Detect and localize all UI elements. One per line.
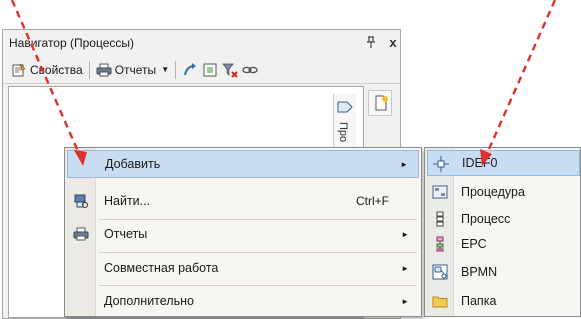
procedure-icon — [432, 184, 448, 200]
menu-item-advanced[interactable]: Дополнительно ► — [67, 287, 419, 315]
menu-item-find[interactable]: Найти... Ctrl+F — [67, 187, 419, 215]
submenu-arrow-icon: ► — [401, 229, 409, 239]
reports-button[interactable]: Отчеты ▼ — [94, 59, 171, 81]
pin-icon[interactable] — [363, 34, 379, 50]
new-document-button[interactable] — [368, 90, 392, 116]
epc-icon — [432, 236, 448, 252]
side-tab-label: Про — [337, 122, 349, 143]
tab-arrow-icon — [337, 100, 353, 117]
panel-title-bar: Навигатор (Процессы) x — [3, 30, 400, 56]
chevron-down-icon[interactable]: ▼ — [161, 65, 169, 74]
submenu-item-idef0[interactable]: IDEF0 — [427, 150, 580, 176]
toolbar-separator — [175, 60, 177, 79]
link-button[interactable] — [240, 59, 260, 81]
bpmn-icon — [432, 264, 448, 280]
submenu-item-bpmn[interactable]: BPMN — [427, 259, 580, 285]
properties-label: Свойства — [30, 62, 83, 77]
menu-item-reports[interactable]: Отчеты ► — [67, 220, 419, 248]
refresh-button[interactable] — [200, 59, 220, 81]
add-submenu: IDEF0 Процедура Процесс EPC BPMN Папка — [424, 147, 581, 317]
submenu-item-label: EPC — [461, 237, 487, 251]
menu-item-label: Найти... — [104, 194, 151, 208]
process-icon — [432, 211, 448, 227]
properties-button[interactable]: Свойства — [9, 59, 85, 81]
menu-separator — [99, 285, 417, 286]
menu-item-label: Добавить — [105, 157, 161, 171]
folder-icon — [432, 293, 448, 309]
context-menu: Добавить ► Найти... Ctrl+F Отчеты ► Совм… — [64, 147, 422, 317]
clear-filter-button[interactable] — [220, 59, 240, 81]
menu-item-collaboration[interactable]: Совместная работа ► — [67, 254, 419, 282]
submenu-item-process[interactable]: Процесс — [427, 206, 580, 232]
properties-icon — [11, 62, 27, 78]
link-icon — [242, 62, 258, 78]
navigate-button[interactable] — [180, 59, 200, 81]
reports-label: Отчеты — [114, 62, 157, 77]
submenu-item-label: Папка — [461, 294, 497, 308]
panel-title: Навигатор (Процессы) — [9, 36, 134, 50]
menu-item-label: Совместная работа — [104, 261, 219, 275]
clear-filter-icon — [222, 62, 238, 78]
submenu-item-folder[interactable]: Папка — [427, 288, 580, 314]
menu-item-shortcut: Ctrl+F — [356, 194, 389, 208]
submenu-arrow-icon: ► — [400, 159, 408, 169]
submenu-item-label: Процедура — [461, 185, 525, 199]
menu-separator — [99, 252, 417, 253]
idef0-icon — [433, 156, 449, 172]
submenu-item-label: IDEF0 — [462, 156, 498, 170]
navigate-icon — [182, 62, 198, 78]
submenu-arrow-icon: ► — [401, 296, 409, 306]
printer-icon — [96, 62, 112, 78]
menu-item-add[interactable]: Добавить ► — [67, 150, 419, 178]
find-icon — [73, 193, 89, 209]
submenu-arrow-icon: ► — [401, 263, 409, 273]
new-document-icon — [373, 95, 389, 114]
close-icon[interactable]: x — [385, 34, 401, 50]
refresh-icon — [202, 62, 218, 78]
menu-item-label: Дополнительно — [104, 294, 194, 308]
menu-item-label: Отчеты — [104, 227, 148, 241]
submenu-item-label: BPMN — [461, 265, 498, 279]
toolbar-separator — [88, 60, 90, 79]
submenu-item-procedure[interactable]: Процедура — [427, 179, 580, 205]
navigator-toolbar: Свойства Отчеты ▼ — [3, 56, 400, 84]
submenu-item-epc[interactable]: EPC — [427, 231, 580, 257]
submenu-item-label: Процесс — [461, 212, 511, 226]
printer-icon — [73, 226, 89, 242]
